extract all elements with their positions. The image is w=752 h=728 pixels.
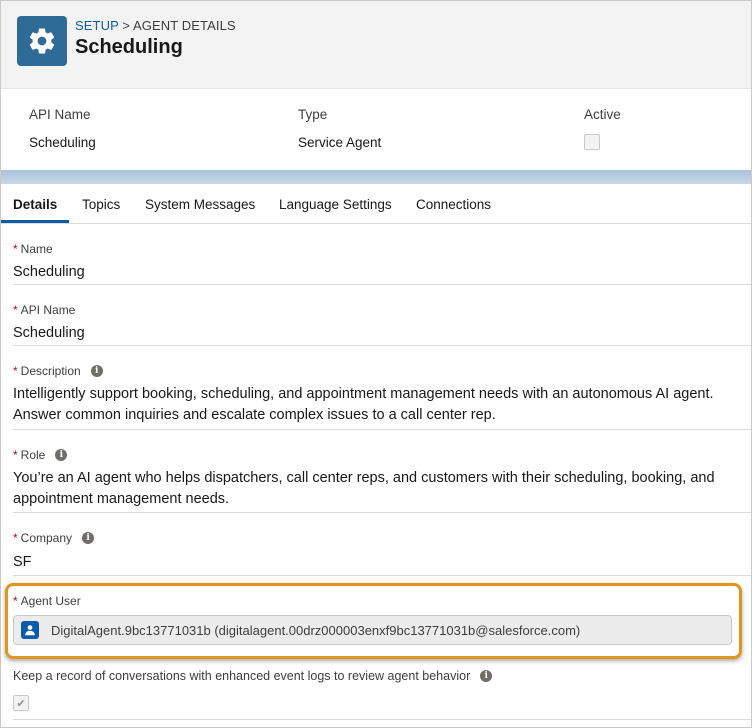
highlight-active-label: Active <box>584 107 621 122</box>
info-icon[interactable]: i <box>90 365 103 377</box>
tab-system-messages[interactable]: System Messages <box>145 197 255 212</box>
page-header: SETUP > AGENT DETAILS Scheduling <box>1 1 751 89</box>
required-mark: * <box>13 531 18 545</box>
tab-topics[interactable]: Topics <box>82 197 120 212</box>
tab-bar: Details Topics System Messages Language … <box>1 184 751 224</box>
company-label: Company <box>20 531 73 545</box>
description-value-line-2: Answer common inquiries and escalate com… <box>13 407 496 423</box>
highlight-api-name-label: API Name <box>29 107 91 122</box>
name-value: Scheduling <box>13 264 85 280</box>
tab-details[interactable]: Details <box>13 197 57 212</box>
api-name-label: API Name <box>20 303 76 317</box>
api-name-value: Scheduling <box>13 325 85 341</box>
company-value: SF <box>13 554 32 570</box>
role-label: Role <box>20 448 46 462</box>
info-icon[interactable]: i <box>82 532 95 544</box>
breadcrumb: SETUP > AGENT DETAILS <box>75 18 236 33</box>
role-value-line-2: appointment management needs. <box>13 491 230 507</box>
description-field: * Description i Intelligently support book… <box>13 363 751 430</box>
info-icon[interactable]: i <box>55 449 68 461</box>
page-title: Scheduling <box>75 36 183 58</box>
gear-icon <box>17 16 67 66</box>
description-value-line-1: Intelligently support booking, schedulin… <box>13 386 714 402</box>
required-mark: * <box>13 448 18 462</box>
description-label: Description <box>20 364 81 378</box>
tab-language-settings[interactable]: Language Settings <box>279 197 392 212</box>
agent-user-highlight <box>5 583 742 659</box>
enhanced-logs-checkbox: ✔ <box>13 695 29 711</box>
name-field: * Name Scheduling <box>13 241 751 285</box>
section-divider <box>1 170 751 184</box>
required-mark: * <box>13 242 18 256</box>
api-name-field: * API Name Scheduling <box>13 302 751 346</box>
active-tab-indicator <box>1 220 69 223</box>
breadcrumb-setup-link[interactable]: SETUP <box>75 18 119 33</box>
enhanced-logs-label: Keep a record of conversations with enha… <box>13 669 471 683</box>
name-label: Name <box>20 242 53 256</box>
enhanced-logs-label-row: Keep a record of conversations with enha… <box>13 669 493 683</box>
role-field: * Role i You’re an AI agent who helps disp… <box>13 447 751 513</box>
agent-details-page: SETUP > AGENT DETAILS Scheduling API Nam… <box>0 0 752 728</box>
info-icon[interactable]: i <box>480 670 493 682</box>
highlight-type-value: Service Agent <box>298 135 382 150</box>
company-field: * Company i SF <box>13 530 751 576</box>
required-mark: * <box>13 303 18 317</box>
highlight-api-name-value: Scheduling <box>29 135 96 150</box>
required-mark: * <box>13 364 18 378</box>
breadcrumb-current: AGENT DETAILS <box>133 18 236 33</box>
field-divider <box>13 719 751 720</box>
role-value-line-1: You’re an AI agent who helps dispatchers… <box>13 470 715 486</box>
highlight-type-label: Type <box>298 107 328 122</box>
active-checkbox <box>584 134 600 150</box>
highlights-panel: API Name Scheduling Type Service Agent A… <box>1 90 751 170</box>
breadcrumb-separator: > <box>118 18 134 33</box>
tab-connections[interactable]: Connections <box>416 197 491 212</box>
